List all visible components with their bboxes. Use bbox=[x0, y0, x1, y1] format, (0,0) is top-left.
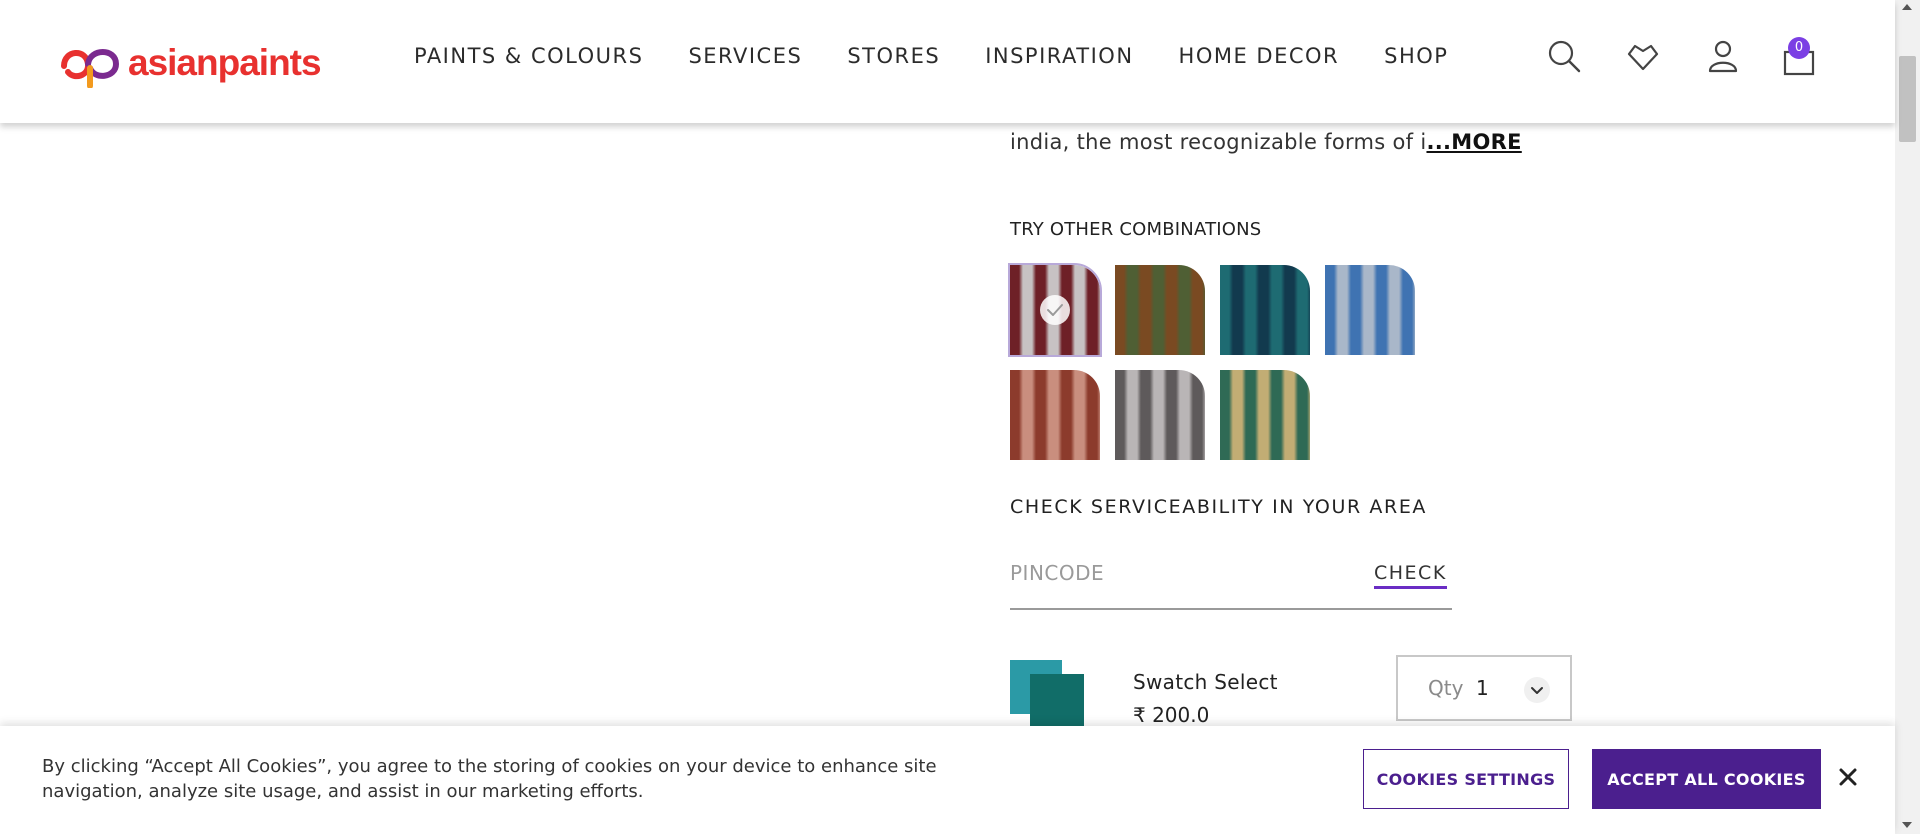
cart-count-badge: 0 bbox=[1788, 37, 1810, 59]
user-icon[interactable] bbox=[1705, 38, 1741, 74]
qty-label: Qty bbox=[1428, 676, 1464, 700]
swatch-select-price: ₹ 200.0 bbox=[1133, 703, 1210, 727]
swatch-select-name: Swatch Select bbox=[1133, 670, 1278, 694]
cookie-consent-text: By clicking “Accept All Cookies”, you ag… bbox=[42, 756, 937, 802]
logo-mark-icon bbox=[61, 49, 120, 88]
swatch-select-thumbnail bbox=[1010, 660, 1084, 730]
scrollbar-thumb[interactable] bbox=[1899, 56, 1916, 142]
combination-swatch-1[interactable] bbox=[1008, 263, 1102, 357]
main-nav: PAINTS & COLOURS SERVICES STORES INSPIRA… bbox=[414, 44, 1493, 68]
cookie-banner: By clicking “Accept All Cookies”, you ag… bbox=[0, 726, 1895, 834]
combination-swatch-5[interactable] bbox=[1010, 370, 1100, 460]
nav-home-decor[interactable]: HOME DECOR bbox=[1179, 44, 1340, 68]
combination-swatch-7[interactable] bbox=[1220, 370, 1310, 460]
selected-check-icon bbox=[1040, 295, 1070, 325]
nav-services[interactable]: SERVICES bbox=[688, 44, 802, 68]
chevron-down-icon[interactable] bbox=[1524, 677, 1550, 703]
nav-inspiration[interactable]: INSPIRATION bbox=[985, 44, 1133, 68]
search-icon[interactable] bbox=[1546, 38, 1582, 74]
page-scrollbar[interactable] bbox=[1895, 0, 1920, 834]
nav-shop[interactable]: SHOP bbox=[1384, 44, 1448, 68]
asianpaints-logo[interactable]: asianpaints bbox=[58, 34, 322, 90]
product-description: india, the most recognizable forms of i.… bbox=[1010, 130, 1522, 154]
read-more-link[interactable]: ...MORE bbox=[1426, 130, 1521, 154]
logo-wordmark: asianpaints bbox=[128, 41, 322, 83]
cookies-settings-button[interactable]: COOKIES SETTINGS bbox=[1363, 749, 1569, 809]
quantity-select[interactable]: Qty 1 bbox=[1396, 655, 1572, 721]
close-icon[interactable] bbox=[1835, 764, 1861, 790]
combination-swatch-4[interactable] bbox=[1325, 265, 1415, 355]
site-header: asianpaints PAINTS & COLOURS SERVICES ST… bbox=[0, 0, 1895, 123]
description-text: india, the most recognizable forms of i bbox=[1010, 130, 1427, 154]
serviceability-title: CHECK SERVICEABILITY IN YOUR AREA bbox=[1010, 496, 1428, 518]
combinations-title: TRY OTHER COMBINATIONS bbox=[1010, 219, 1262, 240]
combination-swatch-2[interactable] bbox=[1115, 265, 1205, 355]
nav-stores[interactable]: STORES bbox=[847, 44, 940, 68]
combination-swatch-3[interactable] bbox=[1220, 265, 1310, 355]
accept-all-cookies-button[interactable]: ACCEPT ALL COOKIES bbox=[1592, 749, 1821, 809]
check-pincode-button[interactable]: CHECK bbox=[1374, 562, 1447, 589]
wishlist-heart-icon[interactable] bbox=[1625, 38, 1661, 74]
nav-paints-colours[interactable]: PAINTS & COLOURS bbox=[414, 44, 643, 68]
qty-value: 1 bbox=[1476, 676, 1489, 700]
combination-swatch-6[interactable] bbox=[1115, 370, 1205, 460]
scroll-up-arrow-icon[interactable] bbox=[1902, 4, 1912, 10]
scroll-down-arrow-icon[interactable] bbox=[1902, 822, 1912, 828]
